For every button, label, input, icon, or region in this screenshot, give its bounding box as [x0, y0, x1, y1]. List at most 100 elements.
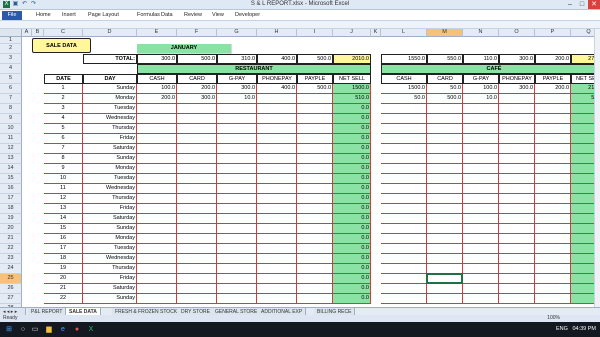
ribbon-tab-view[interactable]: View: [212, 12, 224, 18]
restaurant-cell[interactable]: [137, 104, 177, 114]
cafe-cell[interactable]: [463, 144, 499, 154]
cafe-cell[interactable]: [499, 274, 535, 284]
cafe-cell[interactable]: [427, 244, 463, 254]
cafe-cell[interactable]: [463, 234, 499, 244]
cafe-cell[interactable]: [499, 254, 535, 264]
cafe-cell[interactable]: [535, 204, 571, 214]
cafe-cell[interactable]: [381, 274, 427, 284]
restaurant-cell[interactable]: [177, 174, 217, 184]
restaurant-cell[interactable]: [177, 194, 217, 204]
date-cell[interactable]: 22: [44, 294, 83, 304]
date-cell[interactable]: 18: [44, 254, 83, 264]
day-cell[interactable]: Tuesday: [83, 174, 137, 184]
row-header-15[interactable]: 15: [0, 174, 22, 184]
restaurant-cell[interactable]: [297, 184, 333, 194]
restaurant-cell[interactable]: [297, 104, 333, 114]
cafe-cell[interactable]: [499, 124, 535, 134]
cafe-cell[interactable]: [499, 144, 535, 154]
day-cell[interactable]: Saturday: [83, 284, 137, 294]
restaurant-cell[interactable]: [177, 154, 217, 164]
cafe-cell[interactable]: 200.0: [535, 84, 571, 94]
minimize-icon[interactable]: –: [564, 0, 576, 9]
cafe-cell[interactable]: [499, 284, 535, 294]
language-indicator[interactable]: ENG: [556, 326, 568, 332]
cafe-cell[interactable]: [463, 284, 499, 294]
date-cell[interactable]: 16: [44, 234, 83, 244]
file-explorer-icon[interactable]: ▆: [44, 325, 54, 334]
cafe-cell[interactable]: [535, 154, 571, 164]
restaurant-cell[interactable]: [137, 224, 177, 234]
restaurant-cell[interactable]: 0.0: [333, 194, 371, 204]
restaurant-cell[interactable]: [137, 124, 177, 134]
cafe-cell[interactable]: [427, 124, 463, 134]
restaurant-cell[interactable]: [137, 264, 177, 274]
row-header-21[interactable]: 21: [0, 234, 22, 244]
restaurant-cell[interactable]: [257, 164, 297, 174]
close-icon[interactable]: ✕: [588, 0, 600, 9]
column-header-g[interactable]: G: [217, 29, 257, 37]
cafe-cell[interactable]: [499, 94, 535, 104]
cafe-cell[interactable]: [427, 224, 463, 234]
cafe-cell[interactable]: [427, 134, 463, 144]
column-header-m[interactable]: M: [427, 29, 463, 37]
date-cell[interactable]: 4: [44, 114, 83, 124]
day-cell[interactable]: Tuesday: [83, 104, 137, 114]
cafe-cell[interactable]: [499, 184, 535, 194]
start-icon[interactable]: ⊞: [4, 325, 14, 334]
restaurant-cell[interactable]: [137, 134, 177, 144]
restaurant-cell[interactable]: [217, 184, 257, 194]
column-header-i[interactable]: I: [297, 29, 333, 37]
cafe-cell[interactable]: [535, 144, 571, 154]
date-cell[interactable]: 19: [44, 264, 83, 274]
day-cell[interactable]: Friday: [83, 274, 137, 284]
restaurant-cell[interactable]: [177, 144, 217, 154]
restaurant-cell[interactable]: 0.0: [333, 124, 371, 134]
restaurant-cell[interactable]: [257, 204, 297, 214]
cafe-cell[interactable]: [535, 174, 571, 184]
restaurant-cell[interactable]: [297, 284, 333, 294]
cafe-cell[interactable]: [381, 164, 427, 174]
restaurant-cell[interactable]: 0.0: [333, 104, 371, 114]
restaurant-cell[interactable]: 0.0: [333, 174, 371, 184]
day-cell[interactable]: Friday: [83, 134, 137, 144]
restaurant-cell[interactable]: [137, 204, 177, 214]
restaurant-cell[interactable]: [297, 144, 333, 154]
cafe-cell[interactable]: [535, 224, 571, 234]
row-header-19[interactable]: 19: [0, 214, 22, 224]
restaurant-cell[interactable]: [177, 204, 217, 214]
cafe-cell[interactable]: [463, 224, 499, 234]
cafe-cell[interactable]: [427, 204, 463, 214]
column-header-a[interactable]: A: [22, 29, 32, 37]
restaurant-cell[interactable]: [137, 174, 177, 184]
date-cell[interactable]: 13: [44, 204, 83, 214]
cafe-cell[interactable]: [381, 134, 427, 144]
restaurant-cell[interactable]: [177, 134, 217, 144]
column-header-o[interactable]: O: [499, 29, 535, 37]
restaurant-cell[interactable]: [217, 244, 257, 254]
restaurant-cell[interactable]: [217, 274, 257, 284]
cafe-cell[interactable]: [381, 294, 427, 304]
date-cell[interactable]: 5: [44, 124, 83, 134]
restaurant-cell[interactable]: [257, 294, 297, 304]
restaurant-cell[interactable]: [177, 104, 217, 114]
cafe-cell[interactable]: [499, 204, 535, 214]
cafe-cell[interactable]: [427, 194, 463, 204]
restaurant-cell[interactable]: [137, 254, 177, 264]
restaurant-cell[interactable]: 0.0: [333, 114, 371, 124]
cafe-cell[interactable]: 50.0: [381, 94, 427, 104]
restaurant-cell[interactable]: [177, 184, 217, 194]
restaurant-cell[interactable]: 0.0: [333, 254, 371, 264]
zoom-level[interactable]: 100%: [547, 315, 560, 322]
restaurant-cell[interactable]: [217, 114, 257, 124]
row-header-6[interactable]: 6: [0, 84, 22, 94]
restaurant-cell[interactable]: [297, 114, 333, 124]
restaurant-total-3[interactable]: 400.0: [257, 54, 297, 64]
ribbon-tab-data[interactable]: Data: [161, 12, 173, 18]
row-header-23[interactable]: 23: [0, 254, 22, 264]
date-cell[interactable]: 14: [44, 214, 83, 224]
row-header-4[interactable]: 4: [0, 64, 22, 74]
cafe-cell[interactable]: [381, 254, 427, 264]
restaurant-cell[interactable]: [297, 224, 333, 234]
column-header-h[interactable]: H: [257, 29, 297, 37]
cafe-cell[interactable]: 300.0: [499, 84, 535, 94]
